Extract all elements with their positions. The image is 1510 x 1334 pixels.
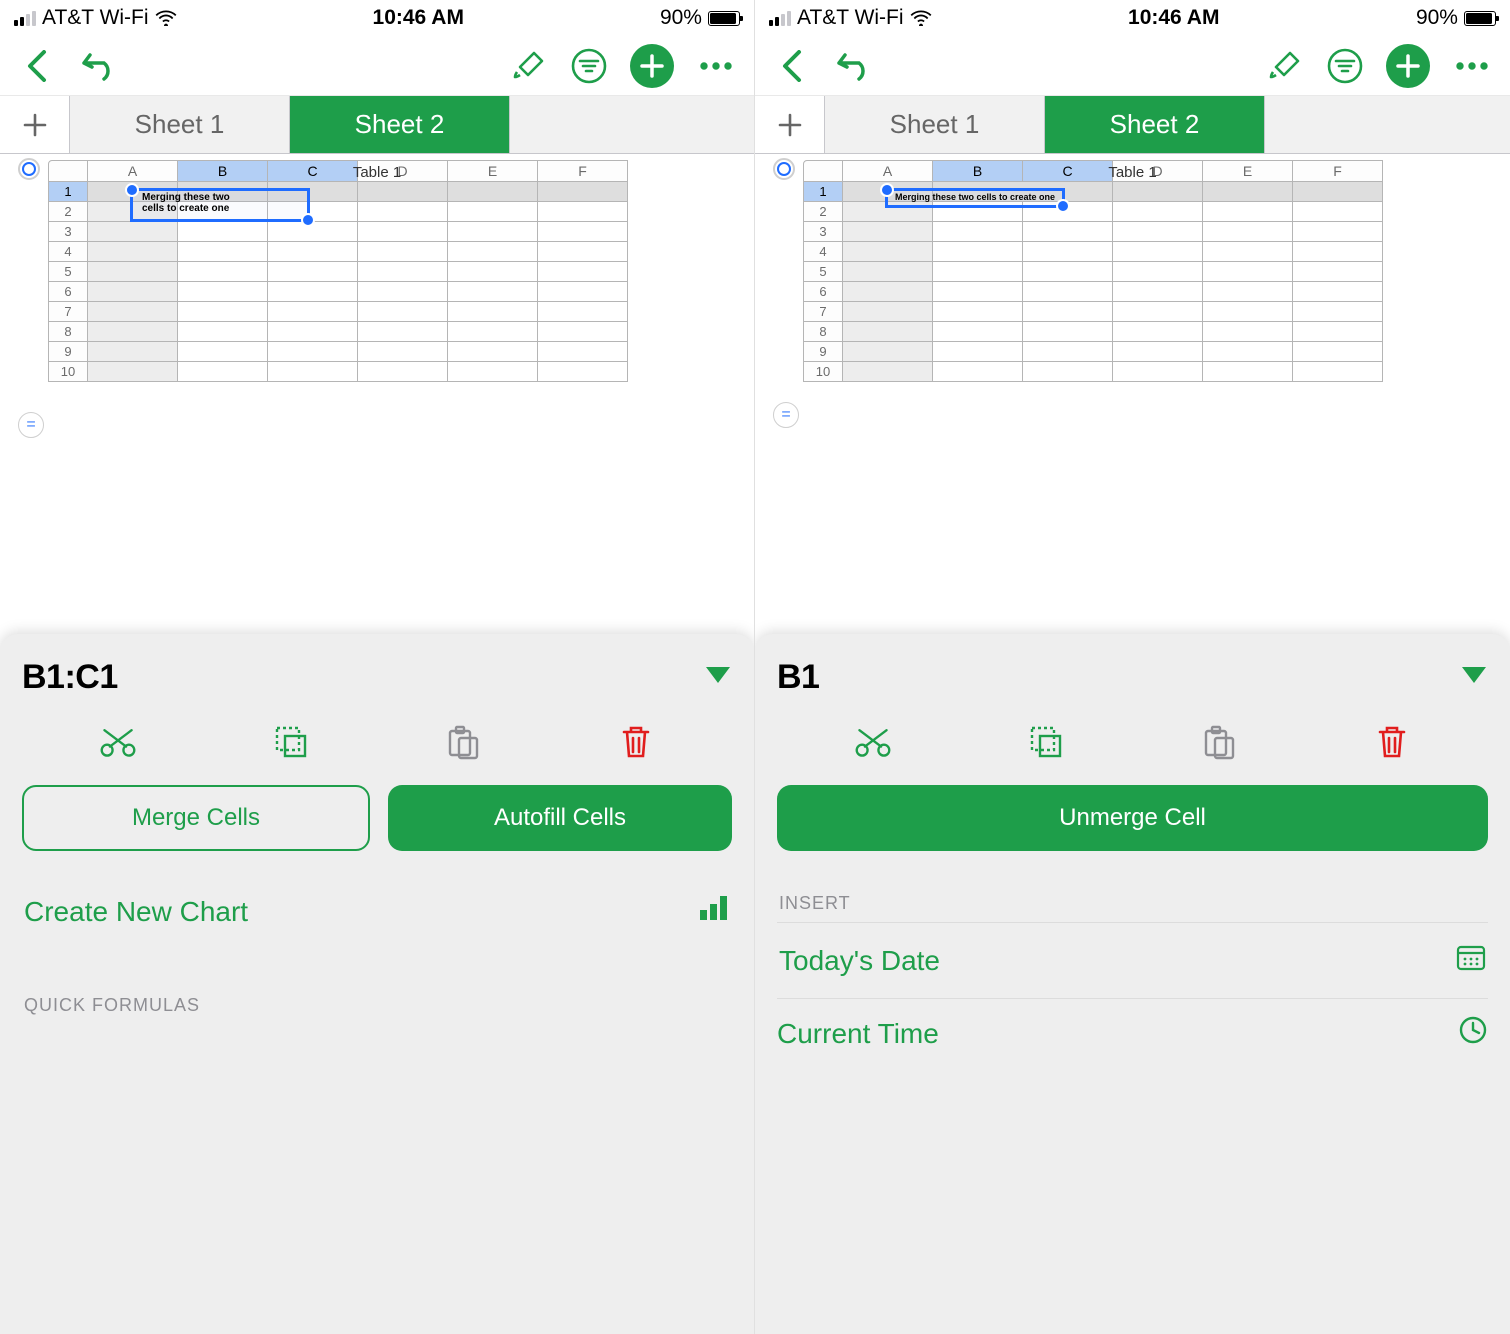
paste-button[interactable] [444, 723, 482, 761]
row-header-1[interactable]: 1 [803, 182, 843, 202]
undo-button[interactable] [78, 47, 116, 85]
format-brush-button[interactable] [1266, 47, 1304, 85]
clock-label: 10:46 AM [373, 6, 464, 30]
sheet-tab-bar: Sheet 1 Sheet 2 [0, 96, 754, 154]
row-header-9[interactable]: 9 [48, 342, 88, 362]
sheet-tab-1[interactable]: Sheet 1 [70, 96, 290, 153]
battery-pct-label: 90% [660, 6, 702, 30]
carrier-label: AT&T Wi-Fi [797, 6, 904, 30]
insert-current-time[interactable]: Current Time [777, 998, 1488, 1052]
unmerge-cell-button[interactable]: Unmerge Cell [777, 785, 1488, 851]
row-header-10[interactable]: 10 [48, 362, 88, 382]
selected-cell-text: Merging these two cells to create one [138, 190, 258, 216]
toolbar [755, 36, 1510, 96]
add-sheet-button[interactable] [0, 96, 70, 153]
autofill-cells-button[interactable]: Autofill Cells [388, 785, 732, 851]
carrier-label: AT&T Wi-Fi [42, 6, 149, 30]
selection-handle-tl[interactable] [125, 183, 139, 197]
add-button[interactable] [1386, 44, 1430, 88]
more-button[interactable] [1452, 47, 1492, 85]
cut-button[interactable] [99, 723, 137, 761]
row-header-2[interactable]: 2 [48, 202, 88, 222]
row-header-7[interactable]: 7 [48, 302, 88, 322]
chart-icon [698, 894, 730, 929]
row-header-5[interactable]: 5 [803, 262, 843, 282]
battery-icon [708, 11, 740, 26]
sort-filter-button[interactable] [1326, 47, 1364, 85]
sheet-tab-2[interactable]: Sheet 2 [290, 96, 510, 153]
row-header-3[interactable]: 3 [48, 222, 88, 242]
paste-button[interactable] [1200, 723, 1238, 761]
status-bar: AT&T Wi-Fi 10:46 AM 90% [0, 0, 754, 36]
row-header-6[interactable]: 6 [803, 282, 843, 302]
insert-section-label: INSERT [777, 881, 1488, 922]
sheet-tab-bar: Sheet 1 Sheet 2 [755, 96, 1510, 154]
row-header-4[interactable]: 4 [48, 242, 88, 262]
more-button[interactable] [696, 47, 736, 85]
row-header-8[interactable]: 8 [803, 322, 843, 342]
row-header-3[interactable]: 3 [803, 222, 843, 242]
clock-icon [1458, 1015, 1488, 1052]
row-header-4[interactable]: 4 [803, 242, 843, 262]
format-brush-button[interactable] [510, 47, 548, 85]
right-screen: AT&T Wi-Fi 10:46 AM 90% Sheet 1 Sheet 2 … [755, 0, 1510, 1334]
wifi-icon [910, 10, 932, 26]
formula-button[interactable]: = [18, 412, 44, 438]
selected-cell-text: Merging these two cells to create one [891, 190, 1067, 205]
add-button[interactable] [630, 44, 674, 88]
sort-filter-button[interactable] [570, 47, 608, 85]
undo-button[interactable] [833, 47, 871, 85]
quick-formulas-label: QUICK FORMULAS [22, 983, 732, 1024]
clock-label: 10:46 AM [1128, 6, 1219, 30]
cut-button[interactable] [854, 723, 892, 761]
left-screen: AT&T Wi-Fi 10:46 AM 90% [0, 0, 755, 1334]
delete-button[interactable] [1373, 723, 1411, 761]
wifi-icon [155, 10, 177, 26]
cell-reference: B1 [777, 658, 819, 697]
row-header-6[interactable]: 6 [48, 282, 88, 302]
cell-action-panel: B1:C1 Merge Cells Autofill Cells Create … [0, 634, 754, 1334]
table-title: Table 1 [755, 154, 1510, 185]
status-bar: AT&T Wi-Fi 10:46 AM 90% [755, 0, 1510, 36]
sheet-tab-1[interactable]: Sheet 1 [825, 96, 1045, 153]
panel-collapse-button[interactable] [704, 665, 732, 690]
sheet-tab-2[interactable]: Sheet 2 [1045, 96, 1265, 153]
cell-signal-icon [769, 11, 791, 26]
battery-pct-label: 90% [1416, 6, 1458, 30]
add-sheet-button[interactable] [755, 96, 825, 153]
row-header-7[interactable]: 7 [803, 302, 843, 322]
insert-todays-date[interactable]: Today's Date [777, 922, 1488, 998]
cell-reference: B1:C1 [22, 658, 118, 697]
create-chart-button[interactable]: Create New Chart [22, 875, 732, 947]
table-title: Table 1 [0, 154, 754, 185]
delete-button[interactable] [617, 723, 655, 761]
toolbar [0, 36, 754, 96]
row-header-5[interactable]: 5 [48, 262, 88, 282]
row-header-8[interactable]: 8 [48, 322, 88, 342]
merge-cells-button[interactable]: Merge Cells [22, 785, 370, 851]
calendar-icon [1456, 943, 1486, 978]
row-header-2[interactable]: 2 [803, 202, 843, 222]
back-button[interactable] [18, 47, 56, 85]
row-header-9[interactable]: 9 [803, 342, 843, 362]
battery-icon [1464, 11, 1496, 26]
cell-action-panel: B1 Unmerge Cell INSERT Today's Date Curr… [755, 634, 1510, 1334]
copy-button[interactable] [1027, 723, 1065, 761]
copy-button[interactable] [272, 723, 310, 761]
selection-handle-br[interactable] [301, 213, 315, 227]
back-button[interactable] [773, 47, 811, 85]
cell-signal-icon [14, 11, 36, 26]
formula-button[interactable]: = [773, 402, 799, 428]
panel-collapse-button[interactable] [1460, 665, 1488, 690]
row-header-10[interactable]: 10 [803, 362, 843, 382]
row-header-1[interactable]: 1 [48, 182, 88, 202]
